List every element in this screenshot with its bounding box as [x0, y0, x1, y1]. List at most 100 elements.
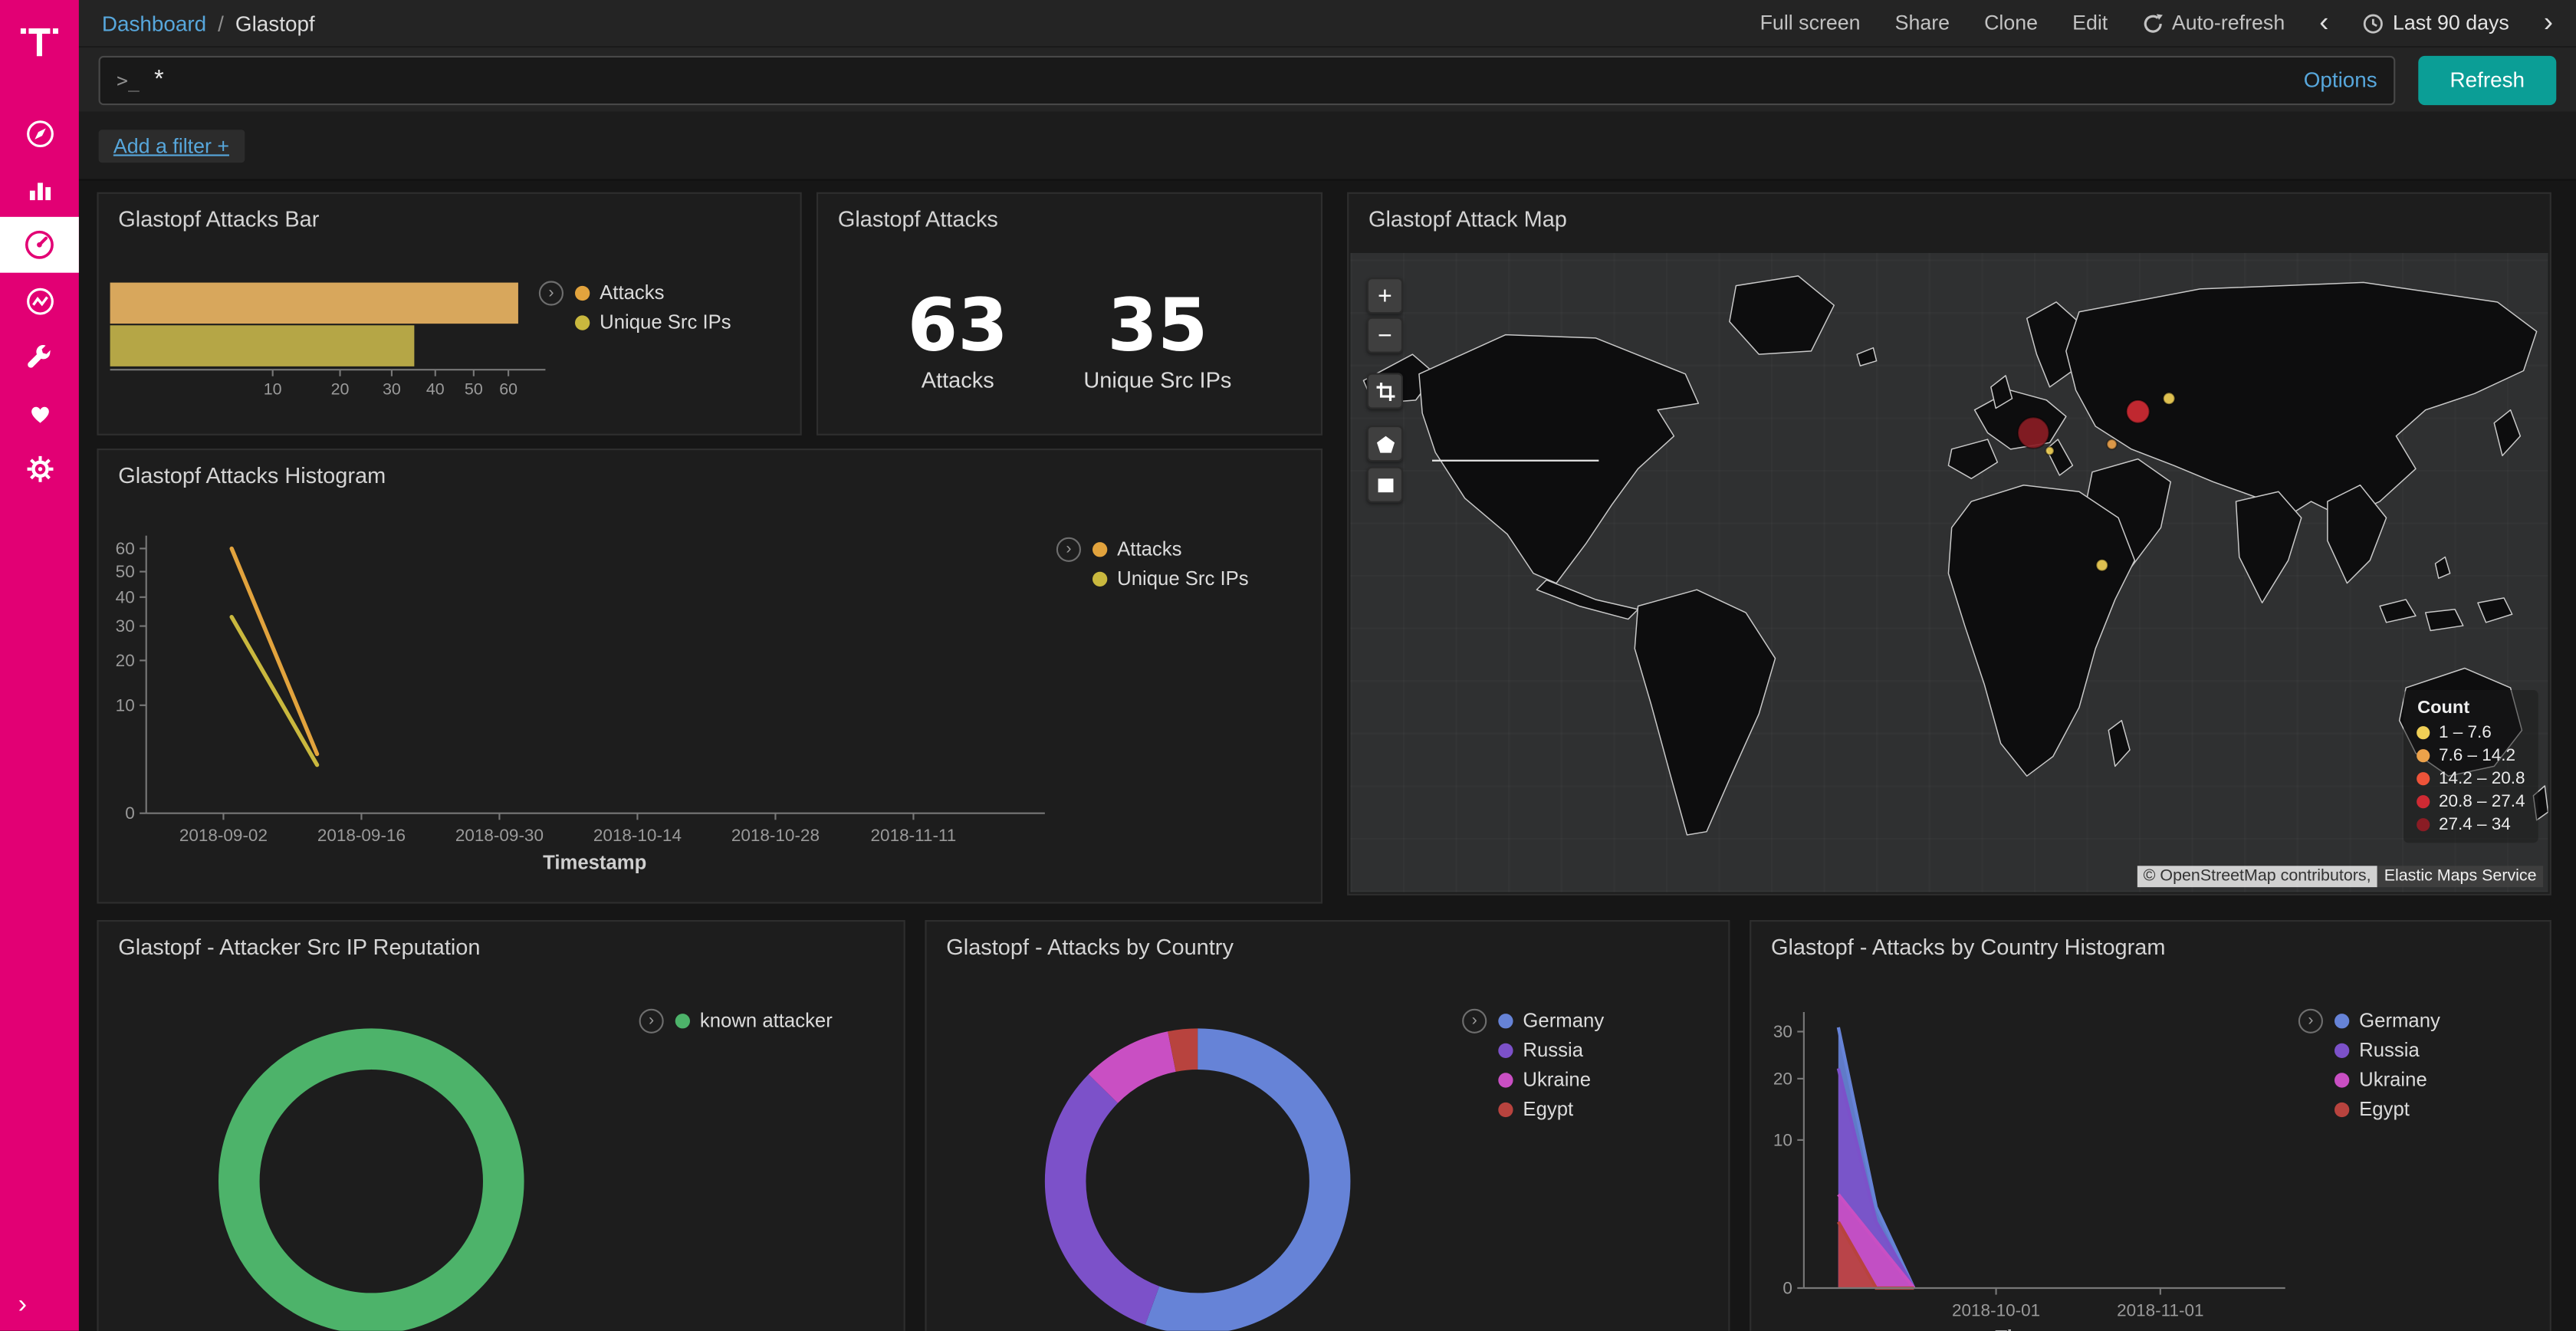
legend-item[interactable]: Attacks	[1092, 537, 1249, 560]
svg-text:2018-10-28: 2018-10-28	[731, 826, 820, 845]
panel-src-ip-reputation: Glastopf - Attacker Src IP Reputation › k…	[97, 920, 905, 1331]
map-marker[interactable]	[2107, 439, 2117, 449]
legend-item[interactable]: Ukraine	[2334, 1068, 2440, 1091]
sidebar-item-dev-tools[interactable]	[0, 329, 79, 385]
legend-dot	[2334, 1072, 2349, 1086]
time-back-button[interactable]: ‹	[2319, 8, 2328, 35]
breadcrumb-dashboard-link[interactable]: Dashboard	[102, 11, 206, 35]
compass-icon	[24, 117, 55, 149]
openstreetmap-attribution-link[interactable]: © OpenStreetMap contributors,	[2137, 866, 2377, 887]
legend-item[interactable]: Unique Src IPs	[1092, 567, 1249, 590]
map-zoom-out-button[interactable]: −	[1367, 317, 1403, 353]
legend-dot	[1498, 1102, 1513, 1116]
query-input[interactable]	[154, 66, 2288, 94]
map-marker[interactable]	[2164, 393, 2175, 404]
legend-dot	[2334, 1102, 2349, 1116]
svg-text:2018-09-02: 2018-09-02	[179, 826, 268, 845]
time-range-picker[interactable]: Last 90 days	[2363, 12, 2509, 35]
legend-item[interactable]: Russia	[1498, 1038, 1604, 1061]
query-options-link[interactable]: Options	[2304, 67, 2377, 92]
legend-toggle[interactable]: ›	[1462, 1009, 1487, 1034]
legend-toggle[interactable]: ›	[539, 281, 564, 305]
legend-dot	[2417, 818, 2430, 831]
auto-refresh-button[interactable]: Auto-refresh	[2142, 12, 2285, 35]
country-histogram-chart: 01020302018-10-012018-11-01Timestamp	[1751, 922, 2549, 1331]
svg-text:10: 10	[264, 380, 282, 398]
breadcrumb-current: Glastopf	[235, 11, 315, 35]
chevron-right-icon: ›	[18, 1291, 27, 1319]
svg-text:30: 30	[383, 380, 401, 398]
map-zoom-in-button[interactable]: +	[1367, 278, 1403, 314]
breadcrumb-separator: /	[218, 11, 224, 35]
metric-value: 35	[1083, 291, 1231, 363]
map-legend-row: 27.4 – 34	[2417, 815, 2525, 835]
legend-item[interactable]: Russia	[2334, 1038, 2440, 1061]
add-filter-button[interactable]: Add a filter +	[99, 129, 245, 162]
elastic-maps-service-attribution: Elastic Maps Service	[2377, 866, 2543, 887]
legend-item[interactable]: known attacker	[675, 1009, 833, 1032]
sidebar-item-management[interactable]	[0, 440, 79, 496]
legend-toggle[interactable]: ›	[2298, 1009, 2323, 1034]
svg-text:20: 20	[116, 651, 135, 670]
svg-text:Timestamp: Timestamp	[543, 853, 646, 874]
edit-button[interactable]: Edit	[2072, 12, 2108, 35]
legend-toggle[interactable]: ›	[1056, 537, 1081, 562]
telekom-logo[interactable]	[0, 7, 79, 79]
sidebar-collapse-toggle[interactable]: ›	[0, 1291, 79, 1321]
svg-text:40: 40	[116, 587, 135, 606]
svg-text:2018-09-30: 2018-09-30	[455, 826, 544, 845]
panel-attacks-metric: Glastopf Attacks 63 Attacks 35 Unique Sr…	[816, 192, 1322, 435]
chart-legend: › known attacker	[639, 1009, 833, 1034]
svg-text:2018-11-11: 2018-11-11	[871, 826, 957, 845]
svg-text:20: 20	[331, 380, 350, 398]
legend-dot	[2417, 726, 2430, 739]
sidebar-item-discover[interactable]	[0, 105, 79, 161]
legend-item[interactable]: Unique Src IPs	[575, 311, 731, 334]
map-draw-rectangle-button[interactable]	[1367, 467, 1403, 503]
sidebar-item-visualize[interactable]	[0, 161, 79, 217]
reputation-donut-chart	[99, 922, 904, 1331]
legend-item[interactable]: Germany	[1498, 1009, 1604, 1032]
attack-map[interactable]: + −	[1350, 253, 2548, 892]
panel-title: Glastopf - Attacker Src IP Reputation	[99, 922, 904, 966]
sidebar-item-timelion[interactable]	[0, 273, 79, 329]
sidebar-item-dashboard[interactable]	[0, 217, 79, 273]
panel-title: Glastopf - Attacks by Country Histogram	[1751, 922, 2549, 966]
legend-toggle[interactable]: ›	[639, 1009, 664, 1034]
map-marker[interactable]	[2045, 447, 2054, 455]
map-count-legend: Count 1 – 7.67.6 – 14.214.2 – 20.820.8 –…	[2404, 690, 2538, 843]
map-marker[interactable]	[2018, 417, 2049, 449]
polygon-icon	[1375, 433, 1396, 455]
legend-item[interactable]: Egypt	[1498, 1097, 1604, 1120]
svg-text:50: 50	[116, 562, 135, 581]
panel-title: Glastopf Attack Map	[1349, 194, 2549, 238]
legend-item[interactable]: Ukraine	[1498, 1068, 1604, 1091]
map-legend-title: Count	[2417, 698, 2525, 718]
timelion-icon	[24, 285, 55, 317]
chart-legend: › Attacks Unique Src IPs	[539, 281, 731, 334]
map-fit-bounds-button[interactable]	[1367, 373, 1403, 409]
share-button[interactable]: Share	[1895, 12, 1950, 35]
map-draw-polygon-button[interactable]	[1367, 426, 1403, 462]
svg-text:0: 0	[1783, 1278, 1792, 1297]
legend-item[interactable]: Germany	[2334, 1009, 2440, 1032]
time-forward-button[interactable]: ›	[2544, 8, 2553, 35]
svg-text:0: 0	[125, 804, 135, 823]
sidebar-item-monitoring[interactable]	[0, 384, 79, 440]
legend-item[interactable]: Attacks	[575, 281, 731, 304]
legend-item[interactable]: Egypt	[2334, 1097, 2440, 1120]
full-screen-button[interactable]: Full screen	[1760, 12, 1861, 35]
rectangle-icon	[1375, 474, 1396, 495]
map-marker[interactable]	[2096, 560, 2108, 571]
panel-country-histogram: Glastopf - Attacks by Country Histogram …	[1750, 920, 2551, 1331]
legend-dot	[1498, 1043, 1513, 1057]
svg-text:2018-09-16: 2018-09-16	[317, 826, 406, 845]
map-marker[interactable]	[2127, 400, 2150, 423]
query-prompt-icon: >_	[117, 68, 140, 91]
chart-legend: › Attacks Unique Src IPs	[1056, 537, 1249, 590]
refresh-button[interactable]: Refresh	[2418, 55, 2556, 104]
crop-icon	[1375, 380, 1396, 402]
chart-legend: › Germany Russia Ukraine Egypt	[2298, 1009, 2440, 1121]
clone-button[interactable]: Clone	[1984, 12, 2038, 35]
legend-dot	[575, 285, 590, 300]
